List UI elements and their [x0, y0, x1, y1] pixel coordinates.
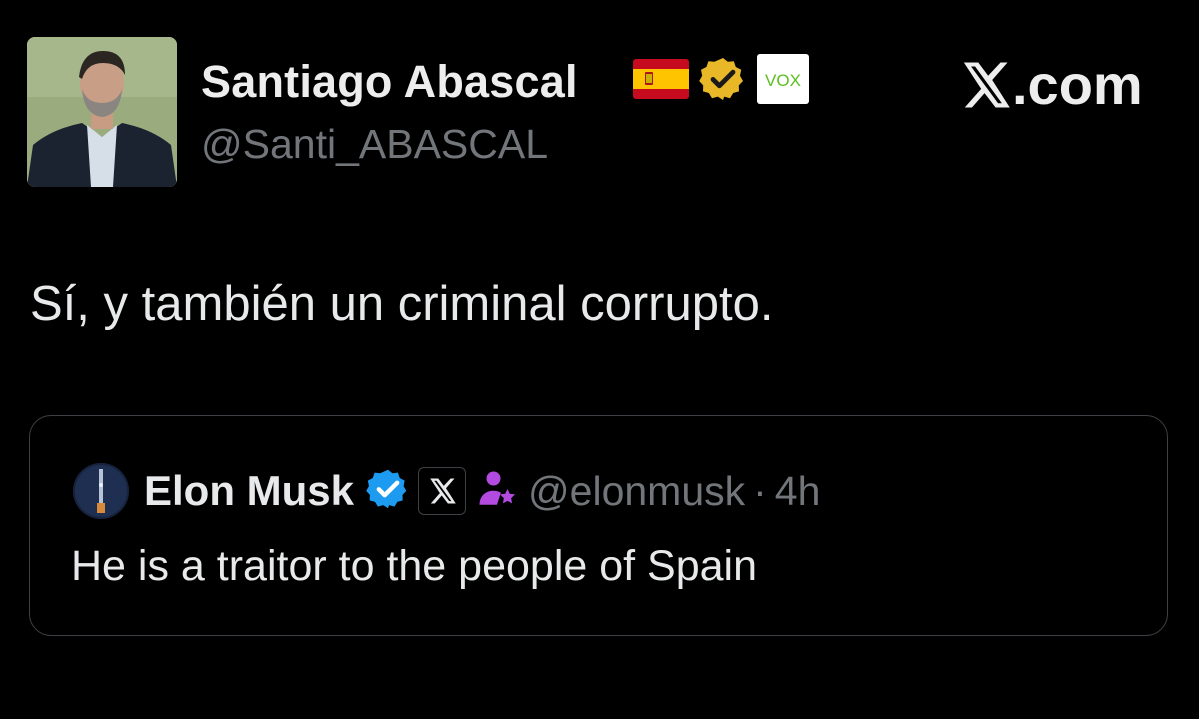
- author-name[interactable]: Santiago Abascal: [201, 56, 578, 108]
- tweet-text: Sí, y también un criminal corrupto.: [30, 277, 774, 331]
- vox-logo: VOX: [757, 53, 809, 109]
- quoted-author-avatar[interactable]: [73, 463, 129, 519]
- author-badges: VOX: [633, 53, 809, 109]
- quoted-tweet-text: He is a traitor to the people of Spain: [71, 542, 758, 590]
- spain-flag-icon: [633, 58, 689, 104]
- quoted-tweet-card[interactable]: Elon Musk @elonmusk · 4h He is a traitor…: [29, 415, 1168, 636]
- quoted-author-handle[interactable]: @elonmusk: [528, 468, 745, 515]
- x-logo-icon: [958, 58, 1012, 112]
- separator-dot: ·: [753, 467, 767, 514]
- verified-blue-badge-icon: [366, 467, 410, 516]
- vox-logo-text: VOX: [765, 71, 801, 90]
- x-affiliate-icon: [418, 467, 467, 515]
- brand-watermark: .com: [958, 52, 1143, 117]
- author-handle[interactable]: @Santi_ABASCAL: [201, 121, 548, 168]
- parody-person-icon: [476, 468, 518, 515]
- verified-gold-badge-icon: [699, 55, 747, 108]
- quoted-tweet-time[interactable]: 4h: [775, 468, 821, 515]
- quoted-author-name[interactable]: Elon Musk: [144, 467, 354, 515]
- quoted-tweet-header: Elon Musk @elonmusk · 4h: [144, 462, 820, 520]
- author-avatar[interactable]: [27, 37, 177, 187]
- brand-label: .com: [1012, 53, 1143, 116]
